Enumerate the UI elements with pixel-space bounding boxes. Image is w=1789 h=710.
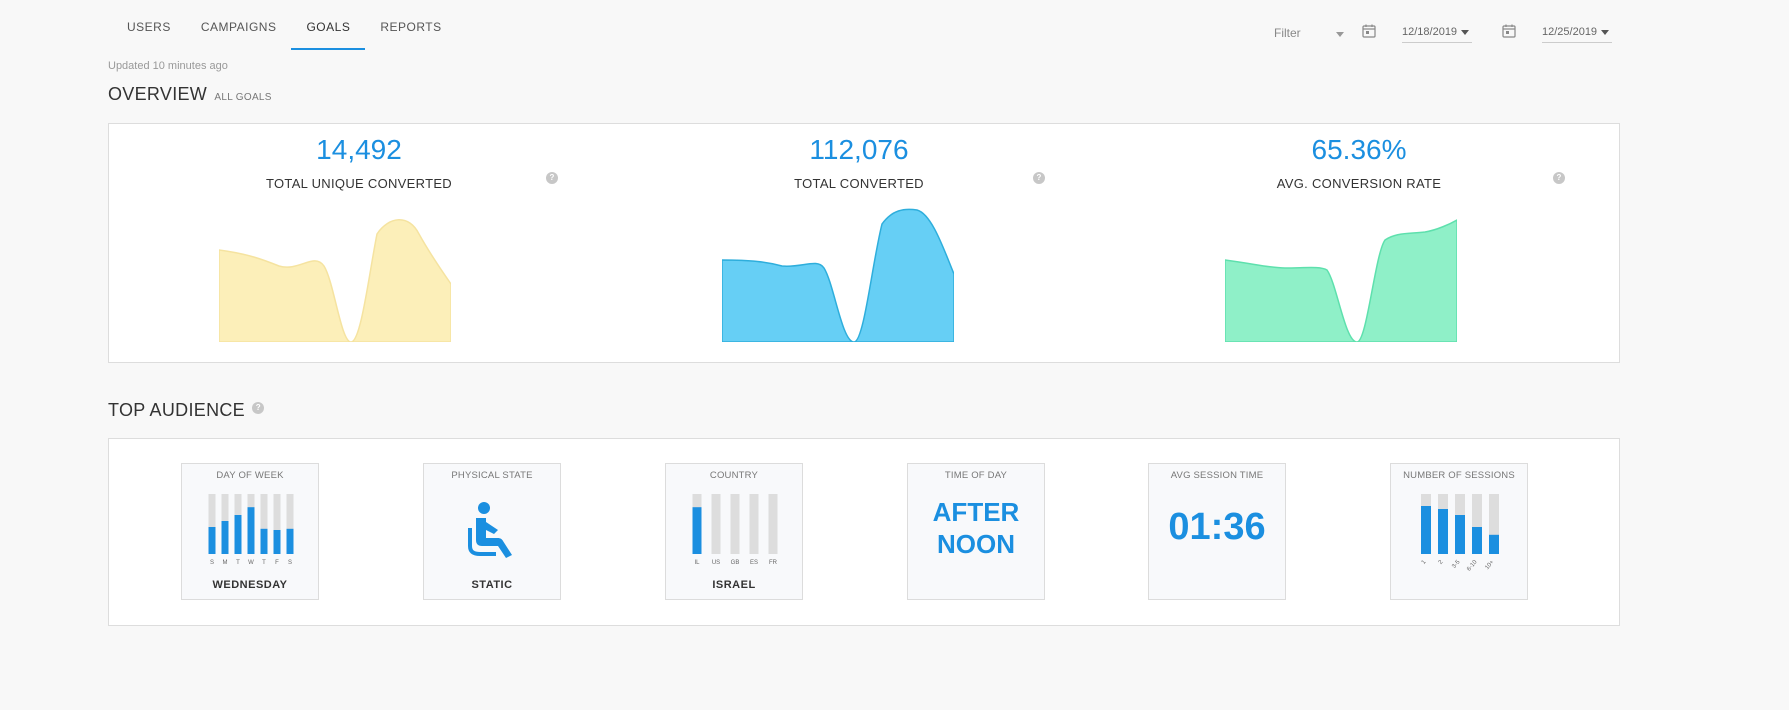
- bar-label: US: [712, 560, 720, 566]
- overview-subtitle: ALL GOALS: [214, 92, 272, 103]
- help-icon[interactable]: ?: [546, 172, 558, 184]
- end-date-select[interactable]: 12/25/2019: [1542, 26, 1612, 43]
- start-date-select[interactable]: 12/18/2019: [1402, 26, 1472, 43]
- bar-fill: [260, 528, 268, 554]
- bar-track: [730, 494, 740, 554]
- kpi-value: 65.36%: [1311, 134, 1407, 165]
- end-date-value: 12/25/2019: [1542, 26, 1598, 38]
- top-audience-title: TOP AUDIENCE ?: [108, 400, 265, 421]
- area-series: [1225, 219, 1457, 342]
- card-physical-state: PHYSICAL STATE STATIC: [423, 463, 561, 600]
- bar-label: 3-5: [1451, 559, 1462, 570]
- day-of-week-bar-chart: SMTWTFS: [208, 494, 294, 566]
- card-title: NUMBER OF SESSIONS: [1403, 470, 1515, 481]
- card-title: AVG SESSION TIME: [1170, 470, 1264, 481]
- tab-reports[interactable]: REPORTS: [365, 10, 456, 50]
- kpi-conversion-rate: 65.36% AVG. CONVERSION RATE ?: [1225, 124, 1725, 361]
- bar-fill: [1455, 515, 1465, 554]
- help-icon[interactable]: ?: [1553, 172, 1565, 184]
- avg-session-time-value: 01:36: [1168, 506, 1266, 548]
- overview-title: OVERVIEW ALL GOALS: [108, 84, 272, 105]
- bar-label: 1: [1421, 559, 1428, 566]
- bar-track: [768, 494, 778, 554]
- bar-fill: [247, 507, 255, 554]
- overview-panel: 14,492 TOTAL UNIQUE CONVERTED ? 112,076 …: [108, 123, 1620, 363]
- kpi-area-chart: [722, 208, 954, 342]
- kpi-value: 14,492: [316, 134, 402, 165]
- bar-label: T: [262, 560, 266, 566]
- bar-track: [711, 494, 721, 554]
- help-icon[interactable]: ?: [1033, 172, 1045, 184]
- card-day-of-week: DAY OF WEEK S M T W T F S WEDNESDAY: [181, 463, 319, 600]
- tab-campaigns[interactable]: CAMPAIGNS: [186, 10, 292, 50]
- bar-fill: [1421, 506, 1431, 554]
- start-date-value: 12/18/2019: [1402, 26, 1458, 38]
- bar-track: [749, 494, 759, 554]
- filter-placeholder: Filter: [1274, 26, 1301, 40]
- card-value: WEDNESDAY: [212, 579, 288, 591]
- bar-label: FR: [769, 560, 778, 566]
- card-title: TIME OF DAY: [944, 470, 1008, 481]
- time-of-day-line1: AFTER: [932, 497, 1020, 527]
- kpi-area-chart: [1225, 219, 1457, 342]
- card-title: PHYSICAL STATE: [451, 470, 533, 481]
- bar-fill: [221, 521, 229, 554]
- card-value: STATIC: [471, 579, 513, 591]
- card-title: COUNTRY: [709, 470, 759, 481]
- caret-down-icon: [1601, 29, 1610, 35]
- bar-label: 2: [1438, 559, 1445, 566]
- bar-label: IL: [694, 560, 700, 566]
- time-of-day-line2: NOON: [937, 529, 1015, 559]
- top-nav: USERS CAMPAIGNS GOALS REPORTS: [112, 10, 457, 50]
- top-audience-heading: TOP AUDIENCE: [108, 400, 245, 420]
- card-number-of-sessions: NUMBER OF SESSIONS 1 2 3-5 6-10 10+: [1390, 463, 1528, 600]
- card-country: COUNTRY IL US GB ES FR ISRAEL: [665, 463, 803, 600]
- bar-fill: [1489, 534, 1499, 554]
- bar-label: S: [210, 560, 214, 566]
- bar-label: 6-10: [1466, 559, 1479, 573]
- card-title: DAY OF WEEK: [216, 470, 284, 481]
- top-audience-panel: DAY OF WEEK S M T W T F S WEDNESDAY PHYSICAL S…: [108, 438, 1620, 626]
- kpi-value: 112,076: [809, 134, 909, 165]
- area-series: [722, 208, 954, 342]
- bar-label: W: [248, 560, 254, 566]
- calendar-icon[interactable]: [1502, 24, 1516, 38]
- bar-label: T: [236, 560, 240, 566]
- bar-fill: [1472, 527, 1482, 554]
- filter-bar: Filter 12/18/2019 12/25/2019: [1266, 22, 1616, 46]
- card-value: ISRAEL: [712, 579, 756, 591]
- kpi-area-chart: [219, 219, 451, 342]
- bar-label: 10+: [1484, 559, 1495, 571]
- calendar-icon[interactable]: [1362, 24, 1376, 38]
- bar-fill: [286, 528, 294, 554]
- overview-heading: OVERVIEW: [108, 84, 208, 104]
- card-avg-session-time: AVG SESSION TIME 01:36: [1148, 463, 1286, 600]
- card-time-of-day: TIME OF DAY AFTER NOON: [907, 463, 1045, 600]
- sessions-bar-chart: 1 2 3-5 6-10 10+: [1421, 494, 1499, 573]
- tab-goals[interactable]: GOALS: [291, 10, 366, 50]
- area-series: [219, 219, 451, 342]
- bar-fill: [208, 527, 216, 554]
- caret-down-icon: [1461, 29, 1470, 35]
- seated-person-icon: [468, 502, 512, 558]
- bar-fill: [1438, 509, 1448, 554]
- chevron-down-icon: [1336, 32, 1344, 37]
- bar-label: M: [223, 560, 228, 566]
- updated-text: Updated 10 minutes ago: [108, 60, 228, 72]
- help-icon[interactable]: ?: [252, 402, 265, 414]
- bar-fill: [234, 515, 242, 554]
- kpi-label: TOTAL UNIQUE CONVERTED: [266, 176, 452, 191]
- bar-fill: [692, 507, 702, 554]
- country-bar-chart: IL US GB ES FR: [692, 494, 778, 566]
- bar-label: ES: [750, 560, 758, 566]
- tab-users[interactable]: USERS: [112, 10, 186, 50]
- bar-label: S: [288, 560, 292, 566]
- bar-label: F: [275, 560, 279, 566]
- bar-fill: [273, 530, 281, 554]
- bar-label: GB: [731, 560, 740, 566]
- filter-dropdown[interactable]: Filter: [1274, 26, 1344, 40]
- kpi-label: AVG. CONVERSION RATE: [1276, 176, 1442, 191]
